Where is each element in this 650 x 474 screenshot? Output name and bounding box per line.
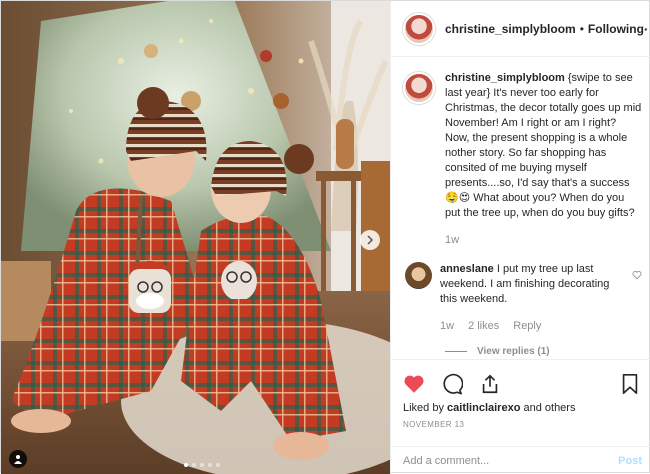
like-heart-icon[interactable] [403,373,425,395]
caption-meta: 1w [445,233,642,248]
bookmark-icon[interactable] [620,373,640,395]
post-photo[interactable] [1,1,390,474]
comment-like-icon[interactable] [632,262,642,334]
caption-text: {swipe to see last year} It's never too … [445,72,642,219]
instagram-post: christine_simplybloom • Following ··· ch… [0,0,650,474]
author-username[interactable]: christine_simplybloom [445,22,576,36]
comment-age: 1w [440,320,455,332]
post-date[interactable]: NOVEMBER 13 [403,420,640,429]
comment-icon[interactable] [441,373,463,395]
carousel-dot [200,463,204,467]
caption-age: 1w [445,234,460,246]
header-separator: • [579,21,584,36]
tagged-users-button[interactable] [9,450,27,468]
commenter-avatar[interactable] [405,262,432,289]
likes-summary: Liked by caitlinclairexo and others [403,402,640,414]
action-icons [403,368,640,400]
caption-body: christine_simplybloom {swipe to see last… [445,71,642,248]
view-replies-button[interactable]: View replies (1) [445,346,642,357]
liked-by-suffix[interactable]: and others [523,402,575,414]
view-replies-label: View replies (1) [477,346,550,357]
comment-item: anneslane I put my tree up last weekend.… [403,262,642,334]
carousel-next-button[interactable] [360,230,380,250]
comment-likes[interactable]: 2 likes [468,319,499,334]
carousel-indicator [184,463,220,467]
comment-meta: 1w 2 likes Reply [440,319,612,334]
liked-by-user[interactable]: caitlinclairexo [447,402,520,414]
caption: christine_simplybloom {swipe to see last… [403,71,642,248]
share-icon[interactable] [479,373,501,395]
post-comment-button[interactable]: Post [618,455,642,467]
photo-illustration [1,1,390,474]
add-comment-bar: Post [391,446,650,474]
person-icon [14,455,22,464]
author-avatar[interactable] [403,12,435,45]
liked-by-prefix: Liked by [403,402,444,414]
comment-body: anneslane I put my tree up last weekend.… [440,262,612,334]
post-header: christine_simplybloom • Following ··· [391,1,650,57]
chevron-right-icon [367,235,374,245]
post-sidebar: christine_simplybloom • Following ··· ch… [390,1,650,474]
caption-username[interactable]: christine_simplybloom [445,72,565,84]
more-options-icon[interactable]: ··· [644,21,650,37]
comments-section: christine_simplybloom {swipe to see last… [391,57,650,359]
caption-avatar[interactable] [403,72,435,104]
carousel-dot [216,463,220,467]
carousel-dot [192,463,196,467]
heart-outline-icon [632,271,642,280]
post-actions: Liked by caitlinclairexo and others NOVE… [391,359,650,429]
comment-input[interactable] [403,454,603,467]
following-button[interactable]: Following [588,22,644,36]
carousel-dot-active [184,463,188,467]
replies-divider [445,351,467,352]
comment-reply-button[interactable]: Reply [513,319,541,334]
carousel-dot [208,463,212,467]
commenter-username[interactable]: anneslane [440,263,494,275]
